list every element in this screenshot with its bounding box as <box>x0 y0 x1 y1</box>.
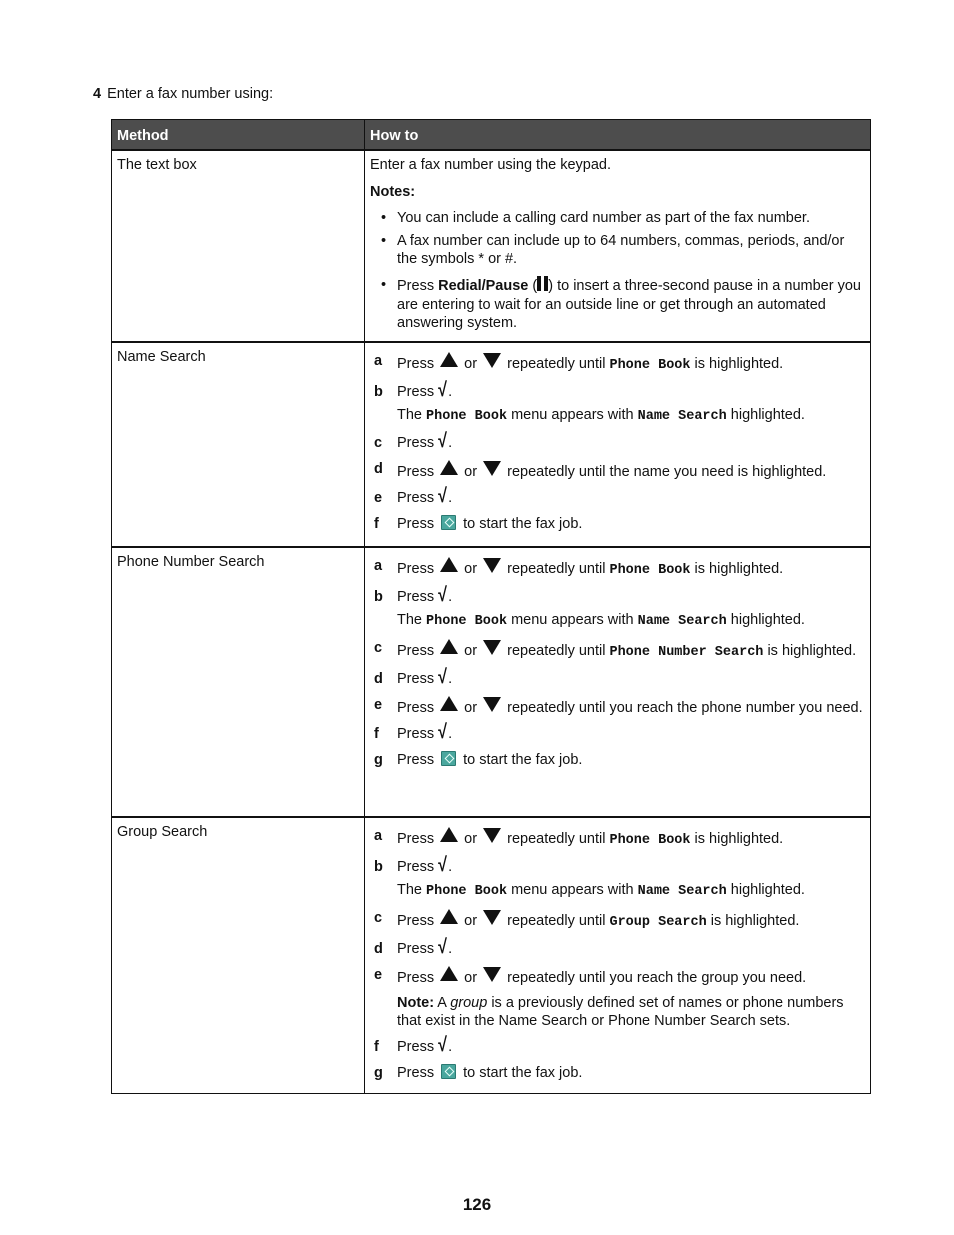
method-cell: Group Search <box>111 816 365 1094</box>
steps-list: a Press or repeatedly until Phone Book is… <box>370 557 865 769</box>
step-b-result: The Phone Book menu appears with Name Se… <box>397 407 805 424</box>
step-a: a Press or repeatedly until Phone Book is… <box>374 827 784 848</box>
step-e: e Press or repeatedly until you reach the… <box>374 696 863 716</box>
checkmark-icon: √ <box>438 721 447 743</box>
step-f: f Press √. <box>374 721 453 743</box>
step-b: b Press √. The Phone Book menu appears wit… <box>370 854 865 901</box>
step-b: b Press √. The Phone Book menu appears wit… <box>370 584 865 631</box>
down-arrow-icon <box>483 558 502 573</box>
start-icon <box>441 751 457 766</box>
table-header-row: Method How to <box>111 119 871 151</box>
step-d: d Press √. <box>374 936 453 958</box>
down-arrow-icon <box>483 910 502 925</box>
list-item: • You can include a calling card number a… <box>381 210 810 226</box>
pause-icon <box>537 276 549 296</box>
checkmark-icon: √ <box>438 430 447 452</box>
redial-pause-label: Redial/Pause <box>438 278 529 294</box>
up-arrow-icon <box>440 696 459 711</box>
checkmark-icon: √ <box>438 936 447 958</box>
checkmark-icon: √ <box>438 666 447 688</box>
step-d: d Press √. <box>374 666 453 688</box>
list-item: • Press Redial/Pause () to insert a three… <box>381 276 861 331</box>
up-arrow-icon <box>440 557 459 572</box>
step-e: e Press or repeatedly until you reach the… <box>370 966 865 1030</box>
checkmark-icon: √ <box>438 854 447 876</box>
step-f: f Press to start the fax job. <box>374 515 583 532</box>
down-arrow-icon <box>483 828 502 843</box>
table-row: Name Search a Press or repeatedly until P… <box>111 341 871 548</box>
step-b: b Press √. The Phone Book menu appears wit… <box>370 379 865 426</box>
step-b-result: The Phone Book menu appears with Name Se… <box>397 882 805 899</box>
notes-label: Notes: <box>370 184 416 200</box>
step-a: a Press or repeatedly until Phone Book is… <box>374 352 784 373</box>
list-item: • A fax number can include up to 64 numbe… <box>381 233 845 267</box>
method-cell: Phone Number Search <box>111 546 365 818</box>
step-f: f Press √. <box>374 1034 453 1056</box>
start-icon <box>441 1064 457 1079</box>
steps-list: a Press or repeatedly until Phone Book is… <box>370 352 865 533</box>
down-arrow-icon <box>483 461 502 476</box>
how-to-cell: Enter a fax number using the keypad. Not… <box>364 149 871 343</box>
header-method: Method <box>111 119 365 151</box>
header-how-to: How to <box>364 119 871 151</box>
step-c: c Press √. <box>374 430 453 452</box>
step-g: g Press to start the fax job. <box>374 1064 583 1081</box>
up-arrow-icon <box>440 827 459 842</box>
step-g: g Press to start the fax job. <box>374 751 583 768</box>
step-a: a Press or repeatedly until Phone Book is… <box>374 557 784 578</box>
step-number: 4 <box>93 86 102 102</box>
table-row: Group Search a Press or repeatedly until … <box>111 816 871 1094</box>
start-icon <box>441 515 457 530</box>
checkmark-icon: √ <box>438 1034 447 1056</box>
how-to-cell: a Press or repeatedly until Phone Book is… <box>364 341 871 548</box>
up-arrow-icon <box>440 352 459 367</box>
down-arrow-icon <box>483 353 502 368</box>
group-note: Note: A group is a previously defined se… <box>397 995 844 1029</box>
down-arrow-icon <box>483 967 502 982</box>
checkmark-icon: √ <box>438 584 447 606</box>
how-to-cell: a Press or repeatedly until Phone Book is… <box>364 546 871 818</box>
down-arrow-icon <box>483 697 502 712</box>
intro-text: Enter a fax number using the keypad. <box>370 157 612 173</box>
step-c: c Press or repeatedly until Phone Number … <box>374 639 857 660</box>
table-row: The text box Enter a fax number using th… <box>111 149 871 343</box>
step-d: d Press or repeatedly until the name you … <box>374 460 827 480</box>
steps-list: a Press or repeatedly until Phone Book is… <box>370 827 865 1082</box>
step-text: Enter a fax number using: <box>107 86 274 102</box>
method-cell: The text box <box>111 149 365 343</box>
how-to-cell: a Press or repeatedly until Phone Book is… <box>364 816 871 1094</box>
down-arrow-icon <box>483 640 502 655</box>
up-arrow-icon <box>440 639 459 654</box>
step-b-result: The Phone Book menu appears with Name Se… <box>397 612 805 629</box>
step-c: c Press or repeatedly until Group Search … <box>374 909 800 930</box>
fax-method-table: Method How to The text box Enter a fax n… <box>111 119 871 1094</box>
up-arrow-icon <box>440 966 459 981</box>
up-arrow-icon <box>440 909 459 924</box>
method-cell: Name Search <box>111 341 365 548</box>
checkmark-icon: √ <box>438 379 447 401</box>
page-number: 126 <box>462 1195 492 1214</box>
checkmark-icon: √ <box>438 485 447 507</box>
step-e: e Press √. <box>374 485 453 507</box>
table-row: Phone Number Search a Press or repeatedly… <box>111 546 871 818</box>
up-arrow-icon <box>440 460 459 475</box>
step-intro: 4 Enter a fax number using: <box>93 86 273 102</box>
notes-list: • You can include a calling card number a… <box>370 209 865 332</box>
